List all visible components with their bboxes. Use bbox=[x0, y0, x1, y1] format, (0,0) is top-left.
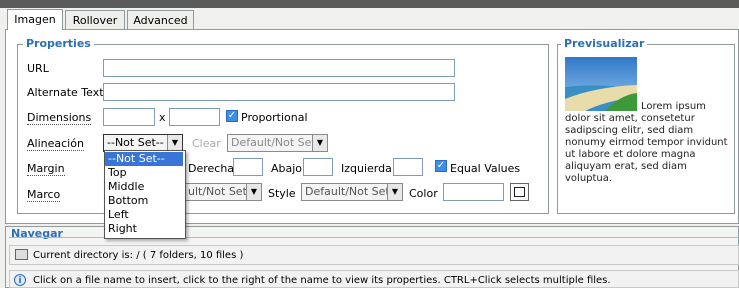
margin-bottom-input[interactable] bbox=[303, 158, 333, 176]
chevron-down-icon: ▼ bbox=[246, 184, 261, 200]
margin-right-input[interactable] bbox=[233, 158, 263, 176]
proportional-label: Proportional bbox=[241, 111, 308, 124]
alignment-option[interactable]: Bottom bbox=[105, 194, 183, 208]
derecha-label: Derecha bbox=[188, 162, 235, 175]
marco-label: Marco bbox=[27, 188, 61, 202]
chevron-down-icon: ▼ bbox=[387, 184, 402, 200]
equal-values-label: Equal Values bbox=[450, 162, 521, 175]
alignment-label: Alineación bbox=[27, 137, 84, 151]
color-picker-button[interactable] bbox=[510, 183, 529, 201]
chevron-down-icon: ▼ bbox=[312, 135, 327, 151]
margin-label: Margin bbox=[27, 162, 65, 176]
alignment-option[interactable]: Left bbox=[105, 208, 183, 222]
times-symbol: x bbox=[159, 111, 166, 124]
url-input[interactable] bbox=[103, 59, 455, 77]
alignment-option[interactable]: --Not Set-- bbox=[105, 152, 183, 166]
abajo-label: Abajo bbox=[271, 162, 303, 175]
info-icon: i bbox=[14, 274, 26, 286]
style-select[interactable]: Default/Not Set ▼ bbox=[301, 183, 403, 201]
equal-values-checkbox[interactable]: ✓ bbox=[435, 160, 447, 172]
current-directory-text: Current directory is: / ( 7 folders, 10 … bbox=[33, 250, 244, 261]
alignment-option[interactable]: Right bbox=[105, 222, 183, 236]
margin-left-input[interactable] bbox=[393, 158, 423, 176]
clear-select[interactable]: Default/Not Set ▼ bbox=[227, 134, 328, 152]
width-input[interactable] bbox=[103, 108, 155, 126]
tab-rollover[interactable]: Rollover bbox=[65, 10, 125, 29]
alt-text-label: Alternate Text bbox=[27, 86, 104, 99]
preview-legend: Previsualizar bbox=[561, 37, 648, 50]
style-select-value: Default/Not Set bbox=[305, 185, 390, 198]
izquierda-label: Izquierda bbox=[341, 162, 392, 175]
url-label: URL bbox=[27, 62, 49, 75]
clear-select-value: Default/Not Set bbox=[231, 136, 316, 149]
properties-legend: Properties bbox=[23, 37, 94, 50]
alignment-select-value: --Not Set-- bbox=[107, 136, 164, 149]
top-bar bbox=[0, 0, 739, 8]
color-input[interactable] bbox=[443, 183, 504, 201]
server-icon bbox=[15, 249, 28, 260]
alt-text-input[interactable] bbox=[103, 83, 455, 101]
dimensions-label: Dimensions bbox=[27, 111, 92, 125]
info-text: Click on a file name to insert, click to… bbox=[33, 275, 611, 286]
alignment-option[interactable]: Middle bbox=[105, 180, 183, 194]
style-label: Style bbox=[268, 187, 296, 200]
color-label: Color bbox=[409, 187, 438, 200]
height-input[interactable] bbox=[169, 108, 220, 126]
proportional-checkbox[interactable]: ✓ bbox=[226, 110, 238, 122]
preview-text: Lorem ipsum dolor sit amet, consetetur s… bbox=[565, 101, 728, 184]
tab-advanced[interactable]: Advanced bbox=[127, 10, 194, 29]
alignment-option[interactable]: Top bbox=[105, 166, 183, 180]
color-swatch-icon bbox=[514, 187, 525, 197]
chevron-down-icon: ▼ bbox=[167, 135, 182, 151]
alignment-dropdown-list: --Not Set-- Top Middle Bottom Left Right bbox=[104, 150, 186, 239]
clear-label: Clear bbox=[192, 137, 221, 150]
tab-imagen[interactable]: Imagen bbox=[7, 9, 63, 30]
